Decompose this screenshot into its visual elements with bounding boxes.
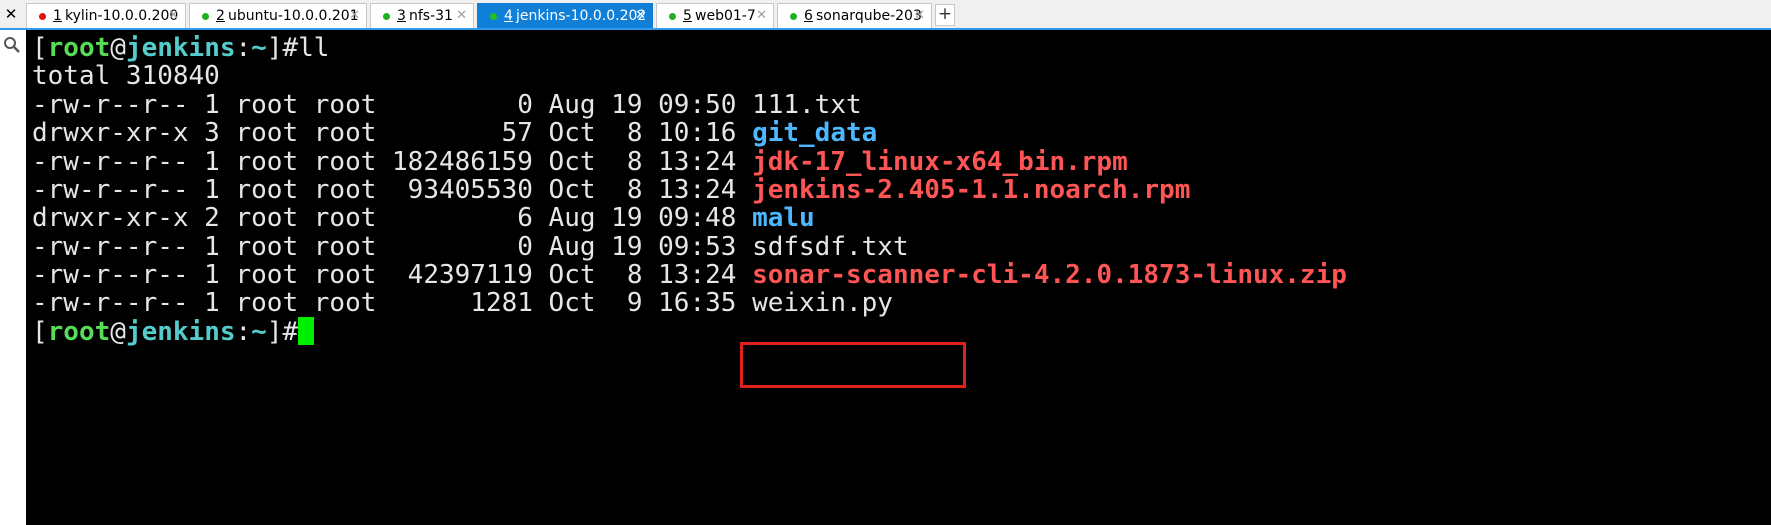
total-line: total 310840 (32, 61, 220, 91)
tab-close-icon[interactable]: ✕ (349, 4, 360, 28)
tab-label: jenkins-10.0.0.202 (516, 8, 647, 24)
tab-bar: ✕ 1 kylin-10.0.0.200 ✕ 2 ubuntu-10.0.0.2… (0, 0, 1771, 30)
status-dot-icon (202, 13, 209, 20)
tab-number: 5 (683, 8, 692, 24)
tab-label: sonarqube-203 (816, 8, 922, 24)
tab-jenkins[interactable]: 4 jenkins-10.0.0.202 ✕ (477, 3, 653, 28)
file-entry: -rw-r--r-- 1 root root 1281 Oct 9 16:35 … (32, 288, 893, 318)
archive-name: sonar-scanner-cli-4.2.0.1873-linux.zip (752, 260, 1347, 290)
dir-name: git_data (752, 118, 878, 148)
status-dot-icon (669, 13, 676, 20)
text-cursor (298, 317, 315, 345)
status-dot-icon (490, 13, 497, 20)
status-dot-icon (383, 13, 390, 20)
tab-close-icon[interactable]: ✕ (456, 4, 467, 28)
file-name: weixin.py (752, 288, 893, 318)
file-name: 111.txt (752, 90, 862, 120)
file-entry: drwxr-xr-x 3 root root 57 Oct 8 10:16 gi… (32, 118, 878, 148)
side-strip (0, 30, 26, 525)
file-name: sdfsdf.txt (752, 232, 909, 262)
tab-ubuntu[interactable]: 2 ubuntu-10.0.0.201 ✕ (189, 3, 367, 28)
tab-web01[interactable]: 5 web01-7 ✕ (656, 3, 774, 28)
tab-label: ubuntu-10.0.0.201 (228, 8, 359, 24)
tab-number: 1 (53, 8, 62, 24)
archive-name: jenkins-2.405-1.1.noarch.rpm (752, 175, 1191, 205)
tab-close-icon[interactable]: ✕ (168, 4, 179, 28)
close-icon[interactable]: ✕ (0, 0, 22, 28)
status-dot-icon (39, 13, 46, 20)
highlight-box (740, 342, 966, 388)
tab-number: 3 (397, 8, 406, 24)
tab-label: kylin-10.0.0.200 (65, 8, 179, 24)
tab-sonarqube[interactable]: 6 sonarqube-203 ✕ (777, 3, 932, 28)
tab-close-icon[interactable]: ✕ (635, 4, 646, 28)
status-dot-icon (790, 13, 797, 20)
tab-label: web01-7 (695, 8, 756, 24)
file-entry: drwxr-xr-x 2 root root 6 Aug 19 09:48 ma… (32, 203, 815, 233)
tab-label: nfs-31 (409, 8, 453, 24)
dir-name: malu (752, 203, 815, 233)
terminal-output[interactable]: [root@jenkins:~]#ll total 310840 -rw-r--… (26, 30, 1771, 525)
tab-number: 6 (804, 8, 813, 24)
tab-close-icon[interactable]: ✕ (756, 4, 767, 28)
tab-number: 2 (216, 8, 225, 24)
search-icon[interactable] (3, 36, 21, 54)
prompt-line: [root@jenkins:~]# (32, 316, 315, 348)
tab-kylin[interactable]: 1 kylin-10.0.0.200 ✕ (26, 3, 186, 28)
archive-name: jdk-17_linux-x64_bin.rpm (752, 147, 1128, 177)
tab-nfs[interactable]: 3 nfs-31 ✕ (370, 3, 474, 28)
tab-number: 4 (504, 8, 513, 24)
plus-icon[interactable]: + (935, 4, 955, 26)
tab-close-icon[interactable]: ✕ (914, 4, 925, 28)
